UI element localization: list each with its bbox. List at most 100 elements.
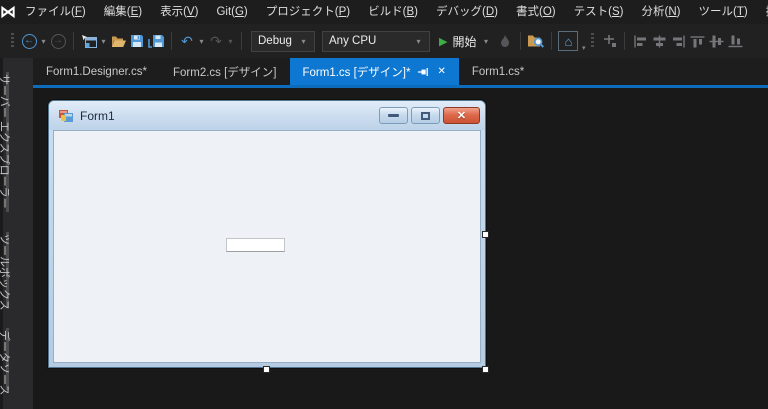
menu-item[interactable]: プロジェクト(P) (257, 0, 359, 24)
solution-configuration-combobox[interactable]: Debug ▾ (251, 30, 315, 52)
toolbar-grip[interactable] (11, 33, 14, 49)
sidebar-tab-label: サーバー エクスプローラー (0, 74, 10, 209)
editor-tab-bar: Form1.Designer.cs* Form2.cs [デザイン] Form1.c… (33, 58, 768, 88)
align-rights-button (669, 29, 687, 53)
designed-form-window[interactable]: Form1 ✕ (48, 100, 486, 368)
resize-handle-bottom-right[interactable] (482, 366, 489, 373)
align-middles-icon (709, 35, 724, 48)
align-lefts-icon (633, 35, 648, 48)
pin-icon[interactable] (418, 67, 429, 77)
editor-tab[interactable]: Form2.cs [デザイン] (160, 58, 290, 85)
navigate-back-dropdown[interactable]: ▾ (39, 37, 48, 46)
editor-tab[interactable]: Form1.cs* (459, 58, 537, 85)
align-bottoms-icon (728, 35, 743, 48)
chevron-down-icon: ▾ (581, 45, 586, 52)
save-icon (130, 34, 144, 48)
menu-item[interactable]: 書式(O) (507, 0, 565, 24)
open-folder-icon (110, 35, 127, 48)
tab-label: Form2.cs [デザイン] (172, 66, 277, 79)
open-file-button[interactable] (109, 29, 127, 53)
form-client-area[interactable] (53, 130, 481, 363)
start-dropdown[interactable]: ▾ (481, 37, 490, 46)
sidebar-tab-label: ツールボックス (0, 234, 10, 311)
tool-window-sidebar: サーバー エクスプローラーツールボックスデータソース (0, 58, 33, 409)
sidebar-tab[interactable]: ツールボックス (0, 228, 33, 316)
sidebar-tab-label: データソース (0, 330, 10, 396)
undo-icon: ↶ (181, 33, 193, 49)
align-centers-button (650, 29, 668, 53)
menu-item[interactable]: Git(G) (207, 0, 256, 24)
align-lefts-button (631, 29, 649, 53)
menu-item[interactable]: ビルド(B) (359, 0, 427, 24)
form-titlebar[interactable]: Form1 ✕ (49, 101, 485, 130)
find-in-files-button[interactable] (527, 29, 545, 53)
configuration-value: Debug (258, 35, 292, 47)
home-icon: ⌂ (564, 33, 573, 49)
minimize-button (379, 107, 408, 124)
sidebar-tab[interactable]: サーバー エクスプローラー (0, 68, 33, 220)
editor-tab[interactable]: Form1.Designer.cs* (33, 58, 160, 85)
chevron-down-icon: ▾ (416, 36, 421, 46)
textbox-control[interactable] (226, 238, 285, 252)
start-debugging-button[interactable]: ▶ 開始 ▾ (434, 33, 495, 50)
forward-arrow-icon: → (50, 33, 66, 49)
close-icon: ✕ (456, 110, 467, 122)
new-project-icon (81, 34, 98, 49)
flame-icon (500, 34, 510, 48)
close-tab-icon[interactable]: ✕ (437, 66, 445, 77)
align-tops-button (688, 29, 706, 53)
align-bottoms-button (726, 29, 744, 53)
tab-label: Form1.cs [デザイン]* (302, 66, 411, 79)
maximize-icon (421, 111, 430, 120)
redo-button: ↷ (207, 29, 225, 53)
chevron-down-icon: ▾ (301, 36, 306, 46)
menu-item[interactable]: 拡張機能(X) (757, 0, 768, 24)
new-project-button[interactable] (80, 29, 98, 53)
hot-reload-button (496, 29, 514, 53)
align-rights-icon (671, 35, 686, 48)
form-window-buttons: ✕ (379, 107, 480, 124)
redo-icon: ↷ (210, 33, 222, 49)
forms-designer-surface[interactable]: Form1 ✕ (33, 88, 768, 409)
align-tops-icon (690, 35, 705, 48)
align-to-grid-button (600, 29, 618, 53)
tab-label: Form1.cs* (471, 65, 525, 78)
play-icon: ▶ (439, 35, 448, 48)
menu-bar: ⋈ ファイル(F) 編集(E) 表示(V) Git(G) プロジェクト(P) ビルド(B)… (0, 0, 768, 24)
save-button[interactable] (128, 29, 146, 53)
navigate-back-button[interactable]: ← (20, 29, 38, 53)
menu-item[interactable]: デバッグ(D) (427, 0, 507, 24)
menu-item[interactable]: 編集(E) (95, 0, 151, 24)
solution-platform-combobox[interactable]: Any CPU ▾ (322, 30, 430, 52)
save-all-button[interactable] (147, 29, 165, 53)
visual-studio-logo-icon: ⋈ (0, 4, 16, 21)
menu-item[interactable]: 表示(V) (151, 0, 207, 24)
undo-dropdown[interactable]: ▾ (197, 37, 206, 46)
menubar-items: ファイル(F) 編集(E) 表示(V) Git(G) プロジェクト(P) ビルド(B) デバ… (16, 0, 768, 24)
folder-search-icon (527, 34, 545, 49)
menu-item[interactable]: ツール(T) (689, 0, 756, 24)
tab-label: Form1.Designer.cs* (46, 65, 147, 78)
menu-item[interactable]: 分析(N) (632, 0, 689, 24)
resize-handle-right[interactable] (482, 231, 489, 238)
platform-value: Any CPU (329, 35, 377, 47)
undo-button[interactable]: ↶ (178, 29, 196, 53)
new-project-dropdown[interactable]: ▾ (99, 37, 108, 46)
maximize-button (411, 107, 440, 124)
minimize-icon (388, 114, 399, 117)
navigate-forward-button: → (49, 29, 67, 53)
save-all-icon (147, 34, 165, 49)
redo-dropdown: ▾ (228, 36, 233, 46)
start-label: 開始 (452, 34, 477, 49)
editor-tab[interactable]: Form1.cs [デザイン]* ✕ (289, 58, 459, 85)
sidebar-tab[interactable]: データソース (0, 324, 33, 398)
toolbar-separator (241, 32, 242, 50)
toolbar-grip[interactable] (591, 33, 595, 49)
winforms-form-icon (58, 109, 74, 123)
resize-handle-bottom[interactable] (263, 366, 270, 373)
live-preview-button[interactable]: ⌂ ▾ (558, 31, 585, 52)
menu-item[interactable]: ファイル(F) (16, 0, 95, 24)
menu-item[interactable]: テスト(S) (565, 0, 633, 24)
back-arrow-icon: ← (21, 33, 37, 49)
standard-toolbar: ← ▾ → ▾ ↶ ▾ ↷ ▾ Debug ▾ Any CPU ▾ ▶ 開始 ▾… (0, 24, 768, 58)
